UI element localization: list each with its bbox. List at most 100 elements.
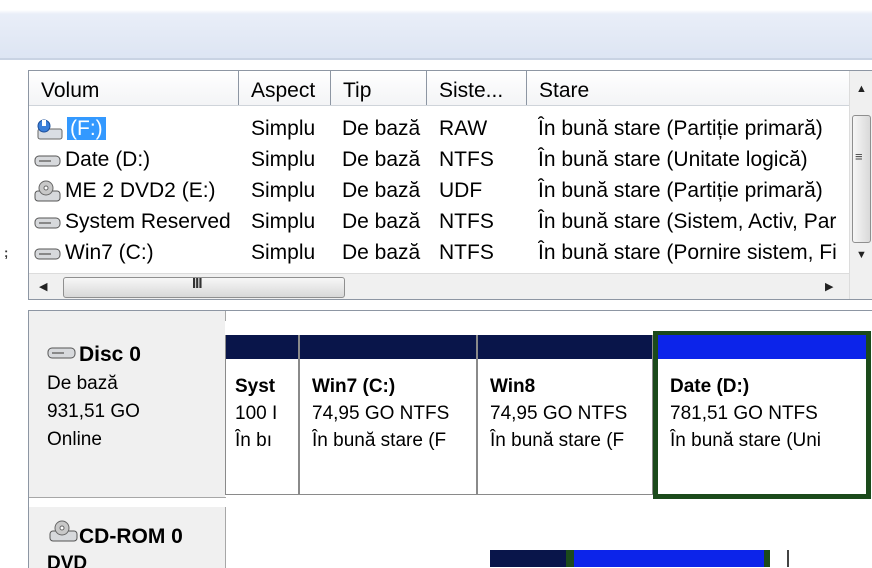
scroll-grip-icon: ≡ <box>855 149 863 164</box>
volume-row[interactable]: Date (D:) Simplu De bază NTFS În bună st… <box>29 144 849 175</box>
partition-text: Date (D:) 781,51 GO NTFS În bună stare (… <box>670 373 866 454</box>
partition-date-selected[interactable]: Date (D:) 781,51 GO NTFS În bună stare (… <box>653 331 871 499</box>
column-header-sistem[interactable]: Siste... <box>427 71 527 105</box>
partition-size: 781,51 GO NTFS <box>670 403 818 424</box>
usb-drive-icon <box>37 119 63 140</box>
optical-drive-icon <box>34 180 61 202</box>
cdrom-title: CD-ROM 0 <box>79 525 183 548</box>
column-header-stare[interactable]: Stare <box>527 71 849 105</box>
volume-stare: În bună stare (Unitate logică) <box>538 148 808 171</box>
partition-color-bar <box>300 335 476 359</box>
volume-name-cell: Date (D:) <box>34 144 238 175</box>
partition-status: În bună stare (Uni <box>670 430 822 451</box>
scroll-grip-icon: III <box>192 275 202 292</box>
toolbar-divider <box>0 58 872 60</box>
column-header-volum[interactable]: Volum <box>29 71 239 105</box>
volume-sistem: RAW <box>439 117 488 140</box>
volume-aspect: Simplu <box>251 179 316 202</box>
volume-tip: De bază <box>342 210 421 233</box>
volume-name: System Reserved <box>65 210 231 233</box>
volume-aspect: Simplu <box>251 241 316 264</box>
scroll-down-arrow-icon[interactable]: ▼ <box>856 249 867 261</box>
scroll-up-arrow-icon[interactable]: ▲ <box>856 83 867 95</box>
vertical-scrollbar[interactable]: ▲ ≡ ▼ <box>849 71 872 299</box>
hard-disk-icon <box>34 217 61 229</box>
disk-graphical-view: Disc 0 De bază 931,51 GO Online Syst 100… <box>28 310 872 568</box>
volume-sistem: UDF <box>439 179 483 202</box>
partition-status: În bună stare (F <box>312 430 447 451</box>
divider <box>787 550 789 567</box>
horizontal-scroll-thumb[interactable]: III <box>63 275 345 298</box>
volume-tip: De bază <box>342 179 421 202</box>
partition-title: Win8 <box>490 376 536 397</box>
disk-title: Disc 0 <box>79 343 141 366</box>
volume-name: Date (D:) <box>65 148 151 171</box>
volume-stare: În bună stare (Partiție primară) <box>538 117 823 140</box>
optical-drive-icon <box>49 520 78 542</box>
partition-text: Syst 100 I În bı <box>235 373 295 454</box>
volume-name: Win7 (C:) <box>65 241 154 264</box>
partition-border <box>566 550 574 567</box>
disk-status: Online <box>47 429 102 450</box>
cdrom-0-info[interactable]: CD-ROM 0 DVD <box>29 507 226 568</box>
partition-title: Syst <box>235 376 276 397</box>
volume-stare: În bună stare (Pornire sistem, Fi <box>538 241 837 264</box>
volume-name-cell: ME 2 DVD2 (E:) <box>34 175 238 206</box>
disk-type: De bază <box>47 373 118 394</box>
volume-list: Volum Aspect Tip Siste... Stare (F:) Sim… <box>28 70 872 300</box>
partition-title: Win7 (C:) <box>312 376 396 397</box>
partition-map: Syst 100 I În bı Win7 (C:) 74,95 GO NTFS… <box>225 321 872 499</box>
volume-sistem: NTFS <box>439 210 494 233</box>
volume-name: (F:) <box>67 117 106 140</box>
volume-name-cell: Win7 (C:) <box>34 237 238 268</box>
scroll-right-arrow-icon[interactable]: ▶ <box>825 280 833 293</box>
volume-row[interactable]: Win7 (C:) Simplu De bază NTFS În bună st… <box>29 237 849 268</box>
volume-tip: De bază <box>342 148 421 171</box>
partition-color-bar <box>490 550 566 567</box>
volume-aspect: Simplu <box>251 148 316 171</box>
scroll-left-arrow-icon[interactable]: ◀ <box>39 280 47 293</box>
partition-size: 74,95 GO NTFS <box>312 403 450 424</box>
partition-border <box>764 550 770 567</box>
column-header-tip[interactable]: Tip <box>331 71 427 105</box>
partition-text: Win7 (C:) 74,95 GO NTFS În bună stare (F <box>312 373 472 454</box>
partition-system-reserved[interactable]: Syst 100 I În bı <box>225 335 299 495</box>
disk-size: 931,51 GO <box>47 401 140 422</box>
vertical-scroll-thumb[interactable] <box>852 115 871 243</box>
volume-sistem: NTFS <box>439 241 494 264</box>
volume-list-header: Volum Aspect Tip Siste... Stare <box>29 71 849 106</box>
horizontal-scrollbar[interactable]: ◀ III ▶ <box>29 273 849 299</box>
volume-tip: De bază <box>342 117 421 140</box>
volume-name: ME 2 DVD2 (E:) <box>65 179 216 202</box>
volume-stare: În bună stare (Partiție primară) <box>538 179 823 202</box>
partition-win8[interactable]: Win8 74,95 GO NTFS În bună stare (F <box>477 335 653 495</box>
column-header-aspect[interactable]: Aspect <box>239 71 331 105</box>
volume-row[interactable]: ME 2 DVD2 (E:) Simplu De bază UDF În bun… <box>29 175 849 206</box>
partition-size: 74,95 GO NTFS <box>490 403 628 424</box>
window-toolbar-area <box>0 0 872 58</box>
partition-text: Win8 74,95 GO NTFS În bună stare (F <box>490 373 648 454</box>
volume-tip: De bază <box>342 241 421 264</box>
left-edge-panel <box>0 60 14 567</box>
volume-sistem: NTFS <box>439 148 494 171</box>
hard-disk-icon <box>34 155 61 167</box>
hard-disk-icon <box>47 347 76 359</box>
volume-stare: În bună stare (Sistem, Activ, Par <box>538 210 837 233</box>
partition-color-bar <box>658 335 866 359</box>
volume-name-cell: (F:) <box>34 113 238 144</box>
partition-win7[interactable]: Win7 (C:) 74,95 GO NTFS În bună stare (F <box>299 335 477 495</box>
volume-name-cell: System Reserved <box>34 206 238 237</box>
partition-title: Date (D:) <box>670 376 750 397</box>
partition-size: 100 I <box>235 403 278 424</box>
volume-aspect: Simplu <box>251 210 316 233</box>
disk-0-info[interactable]: Disc 0 De bază 931,51 GO Online <box>29 311 226 498</box>
volume-row[interactable]: System Reserved Simplu De bază NTFS În b… <box>29 206 849 237</box>
partition-status: În bună stare (F <box>490 430 625 451</box>
volume-aspect: Simplu <box>251 117 316 140</box>
cdrom-type: DVD <box>47 553 88 568</box>
partition-color-bar <box>226 335 298 359</box>
volume-row[interactable]: (F:) Simplu De bază RAW În bună stare (P… <box>29 113 849 144</box>
partition-status: În bı <box>235 430 272 451</box>
left-edge-marker: ; <box>4 245 9 260</box>
partition-color-bar <box>574 550 764 567</box>
